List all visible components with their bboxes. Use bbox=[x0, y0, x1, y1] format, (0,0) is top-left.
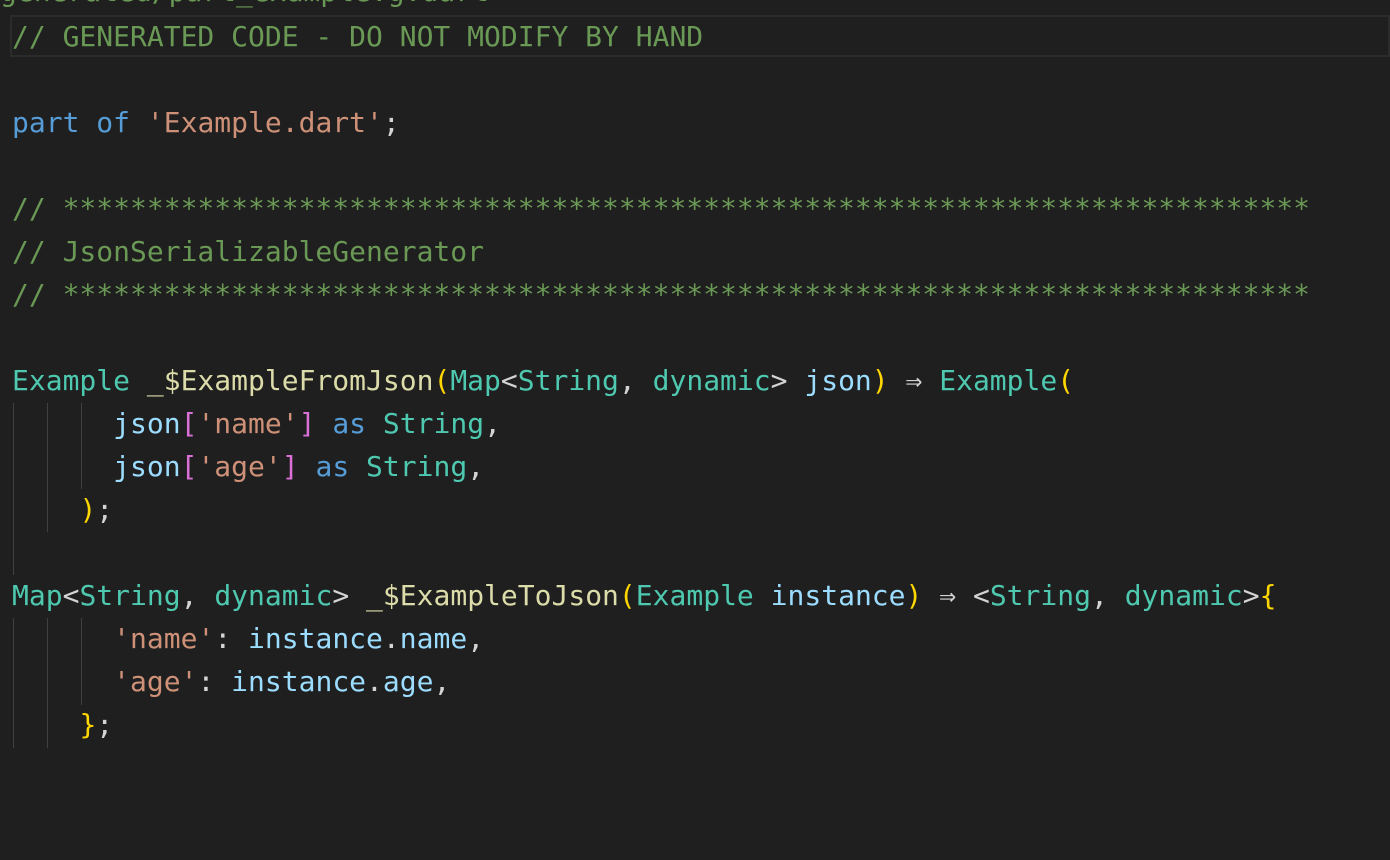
code-token: String bbox=[382, 407, 485, 440]
code-token: ) bbox=[79, 493, 97, 526]
code-line[interactable]: json['age'] as String, bbox=[12, 445, 484, 488]
code-token: ; bbox=[382, 106, 400, 139]
code-token: // *************************************… bbox=[12, 278, 1311, 311]
code-token: ) bbox=[905, 579, 923, 612]
code-token: dynamic bbox=[1124, 579, 1243, 612]
code-token: { bbox=[1259, 579, 1277, 612]
code-token: part bbox=[12, 106, 80, 139]
code-token: 'age' bbox=[113, 665, 198, 698]
code-token: json bbox=[804, 364, 872, 397]
code-token: . bbox=[382, 622, 400, 655]
code-line[interactable]: Map<String, dynamic> _$ExampleToJson(Exa… bbox=[12, 574, 1276, 617]
code-token: ) bbox=[871, 364, 889, 397]
code-token: , bbox=[467, 450, 485, 483]
code-line[interactable]: Example _$ExampleFromJson(Map<String, dy… bbox=[12, 359, 1074, 402]
code-line[interactable]: // *************************************… bbox=[12, 273, 1310, 316]
code-token: , bbox=[484, 407, 501, 440]
code-token: , bbox=[180, 579, 215, 612]
code-token: > bbox=[1242, 579, 1260, 612]
code-token: json bbox=[113, 407, 181, 440]
code-line[interactable]: // *************************************… bbox=[12, 187, 1310, 230]
code-token: _$ExampleToJson bbox=[366, 579, 619, 612]
code-token: ( bbox=[618, 579, 636, 612]
code-token: > bbox=[332, 579, 367, 612]
code-token: dynamic bbox=[652, 364, 771, 397]
code-token: ] bbox=[281, 450, 299, 483]
code-token: ⇒ bbox=[888, 364, 940, 397]
code-line[interactable]: 'age': instance.age, bbox=[12, 660, 450, 703]
code-line[interactable]: ); bbox=[12, 488, 113, 531]
code-token: as bbox=[315, 450, 350, 483]
code-token: ; bbox=[96, 708, 114, 741]
code-token: 'Example.dart' bbox=[146, 106, 383, 139]
code-token: as bbox=[332, 407, 367, 440]
code-token: name bbox=[399, 622, 468, 655]
code-token: } bbox=[79, 708, 97, 741]
code-token: // JsonSerializableGenerator bbox=[12, 235, 485, 268]
code-token: // GENERATED CODE - DO NOT MODIFY BY HAN… bbox=[12, 20, 704, 53]
code-line[interactable]: part of 'Example.dart'; bbox=[12, 101, 400, 144]
code-token: < bbox=[500, 364, 518, 397]
code-token: Example bbox=[12, 364, 131, 397]
code-token: dynamic bbox=[214, 579, 333, 612]
code-token: ; bbox=[96, 493, 114, 526]
code-line[interactable]: }; bbox=[12, 703, 113, 746]
code-token: instance bbox=[231, 665, 367, 698]
code-token: instance bbox=[248, 622, 383, 655]
code-line[interactable]: // GENERATED CODE - DO NOT MODIFY BY HAN… bbox=[12, 15, 703, 58]
code-token: > bbox=[770, 364, 805, 397]
code-token: : bbox=[197, 665, 232, 698]
code-token: Example bbox=[635, 579, 754, 612]
code-token: [ bbox=[180, 450, 198, 483]
code-token: Map bbox=[12, 579, 63, 612]
code-token: : bbox=[214, 622, 249, 655]
code-token: [ bbox=[180, 407, 198, 440]
code-token: age bbox=[382, 665, 434, 698]
code-token: Example bbox=[939, 364, 1058, 397]
code-token: , bbox=[467, 622, 485, 655]
code-token: _$ExampleFromJson bbox=[146, 364, 434, 397]
code-token: of bbox=[96, 106, 131, 139]
code-editor[interactable]: generated/part_example.g.dart // GENERAT… bbox=[0, 0, 1390, 860]
code-token: ( bbox=[433, 364, 451, 397]
code-token: String bbox=[79, 579, 181, 612]
code-token: , bbox=[618, 364, 653, 397]
code-line[interactable]: json['name'] as String, bbox=[12, 402, 501, 445]
code-token: Map bbox=[450, 364, 501, 397]
code-token: // *************************************… bbox=[12, 192, 1311, 225]
code-token: . bbox=[366, 665, 383, 698]
code-token: 'name' bbox=[197, 407, 299, 440]
code-line[interactable]: 'name': instance.name, bbox=[12, 617, 484, 660]
code-token: ( bbox=[1057, 364, 1075, 397]
code-token: String bbox=[989, 579, 1091, 612]
code-token: 'age' bbox=[197, 450, 282, 483]
code-token: , bbox=[1090, 579, 1125, 612]
code-token: 'name' bbox=[113, 622, 215, 655]
code-line[interactable]: // JsonSerializableGenerator bbox=[12, 230, 484, 273]
code-token: < bbox=[972, 579, 990, 612]
code-token: String bbox=[366, 450, 468, 483]
code-token: < bbox=[62, 579, 80, 612]
code-token: , bbox=[433, 665, 451, 698]
code-token: ⇒ bbox=[922, 579, 973, 612]
clipped-top-line: generated/part_example.g.dart bbox=[0, 0, 489, 13]
code-token: json bbox=[113, 450, 181, 483]
code-token: ] bbox=[298, 407, 316, 440]
code-token: String bbox=[517, 364, 619, 397]
code-token: instance bbox=[770, 579, 906, 612]
